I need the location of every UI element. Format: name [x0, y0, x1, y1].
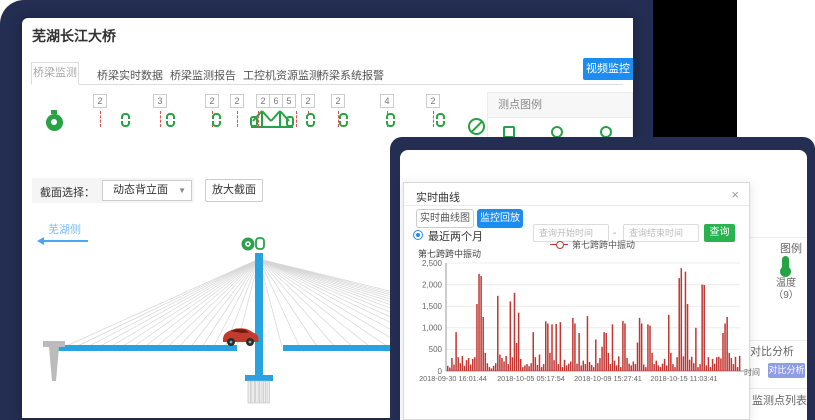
tab-ipc-resource[interactable]: 工控机资源监测 — [243, 67, 320, 83]
ban-icon[interactable] — [468, 118, 485, 135]
sensor-count-badge: 2 — [93, 94, 107, 108]
chevron-down-icon: ▼ — [178, 181, 186, 200]
video-monitor-button[interactable]: 视频监控 — [583, 58, 633, 80]
link-icon[interactable] — [212, 113, 221, 127]
tab-bridge-monitor[interactable]: 桥梁监测 — [31, 62, 79, 85]
panel-divider — [748, 340, 807, 341]
sensor-count-badge: 2 — [205, 94, 219, 108]
radio-label: 最近两个月 — [428, 228, 483, 244]
section-select-dropdown[interactable]: 动态背立面 ▼ — [102, 180, 192, 201]
sensor-count-badge: 3 — [153, 94, 167, 108]
dialog-title: 实时曲线 — [416, 189, 460, 205]
video-placeholder — [653, 0, 737, 138]
panel-divider — [748, 388, 807, 389]
compare-analysis-button[interactable]: 对比分析 — [768, 363, 805, 378]
temperature-count: （9） — [772, 286, 800, 301]
svg-text:2,500: 2,500 — [422, 259, 443, 268]
tab-monitor-playback[interactable]: 监控回放 — [477, 209, 523, 228]
sensor-dashed-line — [433, 111, 434, 127]
chart-legend[interactable]: 第七跨跨中振动 — [550, 238, 635, 251]
svg-text:2,000: 2,000 — [422, 280, 443, 289]
thermometer-icon[interactable] — [782, 256, 789, 269]
panel-divider — [748, 237, 807, 238]
left-pier — [49, 347, 59, 381]
svg-text:2018-10-15 11:03:41: 2018-10-15 11:03:41 — [650, 374, 717, 383]
sensor-count-badge: 2 — [331, 94, 345, 108]
point-list-title: 监测点列表 — [752, 392, 807, 408]
query-button[interactable]: 查询 — [704, 224, 735, 242]
sensor-count-badge: 5 — [282, 94, 296, 108]
svg-text:2018-10-09 15:27:41: 2018-10-09 15:27:41 — [574, 374, 642, 383]
popup-window: 图例 温度 （9） 对比分析 对比分析 监测点列表 实时曲线 × 实时曲线图 监… — [390, 137, 815, 420]
link-icon — [256, 238, 264, 249]
radio-last-two-months[interactable] — [413, 230, 423, 240]
section-select-label: 截面选择： — [40, 184, 95, 200]
tab-realtime-data[interactable]: 桥梁实时数据 — [97, 67, 163, 83]
link-icon[interactable] — [386, 113, 395, 127]
svg-text:时间: 时间 — [744, 367, 760, 377]
foundation-piles — [248, 381, 270, 403]
panel-legend-title: 图例 — [780, 240, 802, 256]
close-icon[interactable]: × — [731, 187, 739, 202]
section-select-value: 动态背立面 — [113, 184, 168, 196]
sensor-count-badge: 6 — [269, 94, 283, 108]
car — [223, 328, 259, 346]
sensor-dashed-line — [100, 111, 101, 127]
foundation-cap — [245, 375, 273, 381]
link-icon[interactable] — [339, 113, 348, 127]
svg-text:2018-10-05 05:17:54: 2018-10-05 05:17:54 — [497, 374, 565, 383]
bridge-tower — [255, 253, 263, 377]
legend-panel-title: 测点图例 — [488, 93, 632, 118]
popup-card: 图例 温度 （9） 对比分析 对比分析 监测点列表 实时曲线 × 实时曲线图 监… — [400, 150, 807, 420]
zoom-section-button[interactable]: 放大截面 — [205, 179, 263, 202]
sensor-dashed-line — [237, 111, 238, 127]
link-icon[interactable] — [436, 113, 445, 127]
compare-section-title: 对比分析 — [750, 343, 794, 359]
sensor-dashed-line — [160, 111, 161, 127]
legend-line-marker-icon — [550, 240, 568, 249]
sensor-dashed-line — [258, 111, 259, 127]
svg-text:1,500: 1,500 — [422, 302, 443, 311]
vibration-chart: 2,5002,0001,5001,00050002018-09-30 16:01… — [412, 257, 748, 389]
link-icon[interactable] — [121, 113, 130, 127]
legend-label: 第七跨跨中振动 — [572, 238, 635, 251]
camera-icon — [242, 238, 265, 251]
tab-system-alarm[interactable]: 桥梁系统报警 — [318, 67, 384, 83]
tab-realtime-curve[interactable]: 实时曲线图 — [416, 209, 474, 228]
stopwatch-icon[interactable] — [46, 114, 63, 131]
svg-text:2018-09-30 16:01:44: 2018-09-30 16:01:44 — [419, 374, 487, 383]
link-icon[interactable] — [166, 113, 175, 127]
sensor-count-badge: 2 — [230, 94, 244, 108]
svg-text:500: 500 — [429, 345, 443, 354]
bridge-deck-left — [58, 345, 237, 351]
sensor-count-badge: 2 — [426, 94, 440, 108]
tabbar-divider — [32, 84, 623, 85]
svg-text:1,000: 1,000 — [422, 324, 443, 333]
tab-monitor-report[interactable]: 桥梁监测报告 — [170, 67, 236, 83]
sensor-count-badge: 2 — [256, 94, 270, 108]
sensor-count-badge: 4 — [380, 94, 394, 108]
realtime-curve-dialog: 实时曲线 × 实时曲线图 监控回放 最近两个月 - 查询 第七跨跨中振动 第七跨… — [403, 182, 750, 420]
link-icon[interactable] — [306, 113, 315, 127]
sensor-count-badge: 2 — [301, 94, 315, 108]
page-title: 芜湖长江大桥 — [32, 26, 116, 46]
left-pier-cap — [43, 341, 65, 347]
sensor-dashed-line — [296, 111, 297, 127]
